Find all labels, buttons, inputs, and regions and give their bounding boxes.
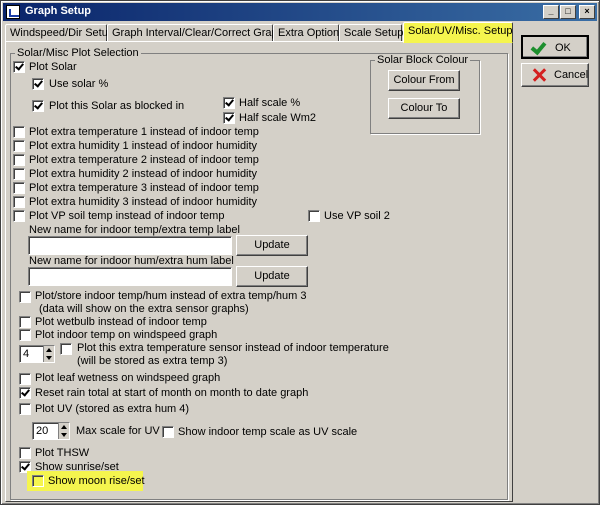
moon-rise-set-label: Show moon rise/set bbox=[48, 475, 145, 487]
solar-block-colour-title: Solar Block Colour bbox=[375, 54, 471, 66]
uv-spinner-arrows[interactable] bbox=[58, 423, 69, 439]
extra-temp-2-checkbox[interactable] bbox=[13, 154, 25, 166]
indoor-on-wind-checkbox[interactable] bbox=[19, 329, 31, 341]
tab-windspeed-dir-setup[interactable]: Windspeed/Dir Setup bbox=[5, 24, 114, 42]
extra-hum-2-label: Plot extra humidity 2 instead of indoor … bbox=[29, 168, 258, 180]
half-scale-pct-label: Half scale % bbox=[239, 97, 301, 109]
extra-hum-3-label: Plot extra humidity 3 instead of indoor … bbox=[29, 196, 258, 208]
max-uv-spinner[interactable]: 20 bbox=[32, 422, 70, 440]
extra-sensor-label: Plot this extra temperature sensor inste… bbox=[77, 342, 389, 354]
minimize-button[interactable]: _ bbox=[543, 5, 559, 19]
use-solar-pct-label: Use solar % bbox=[49, 78, 109, 90]
wetbulb-checkbox[interactable] bbox=[19, 316, 31, 328]
store-indoor-checkbox[interactable] bbox=[19, 291, 31, 303]
plot-solar-blocked-label: Plot this Solar as blocked in bbox=[49, 100, 185, 112]
vp-soil-temp-checkbox[interactable] bbox=[13, 210, 25, 222]
extra-temp-1-label: Plot extra temperature 1 instead of indo… bbox=[29, 126, 259, 138]
indoor-hum-name-input[interactable] bbox=[28, 267, 232, 286]
extra-temp-1-checkbox[interactable] bbox=[13, 126, 25, 138]
extra-sensor-checkbox[interactable] bbox=[60, 343, 72, 355]
extra-hum-1-checkbox[interactable] bbox=[13, 140, 25, 152]
title-bar[interactable]: Graph Setup _ □ × bbox=[3, 3, 597, 21]
cancel-button[interactable]: Cancel bbox=[521, 63, 589, 87]
use-solar-pct-checkbox[interactable] bbox=[32, 78, 44, 90]
extra-hum-3-checkbox[interactable] bbox=[13, 196, 25, 208]
window-title: Graph Setup bbox=[25, 5, 92, 17]
plot-thsw-label: Plot THSW bbox=[35, 447, 90, 459]
close-x-icon bbox=[532, 68, 546, 82]
ok-button-label: OK bbox=[555, 42, 571, 54]
tab-solar-uv-misc-setup[interactable]: Solar/UV/Misc. Setup bbox=[403, 22, 513, 43]
indoor-as-uv-checkbox[interactable] bbox=[162, 426, 174, 438]
extra-hum-1-label: Plot extra humidity 1 instead of indoor … bbox=[29, 140, 258, 152]
max-uv-value: 20 bbox=[36, 425, 49, 437]
solar-uv-misc-panel: Solar/Misc Plot Selection Solar Block Co… bbox=[5, 41, 513, 502]
tab-extra-options[interactable]: Extra Options bbox=[273, 24, 345, 42]
group-title: Solar/Misc Plot Selection bbox=[15, 47, 141, 59]
colour-to-button[interactable]: Colour To bbox=[388, 98, 460, 119]
spin-down-icon[interactable] bbox=[46, 356, 52, 360]
maximize-button[interactable]: □ bbox=[560, 5, 576, 19]
extra-hum-2-checkbox[interactable] bbox=[13, 168, 25, 180]
check-icon bbox=[530, 38, 547, 56]
extra-temp-3-label: Plot extra temperature 3 instead of indo… bbox=[29, 182, 259, 194]
extra-sensor-note: (will be stored as extra temp 3) bbox=[77, 355, 228, 367]
graph-setup-window: Graph Setup _ □ × Windspeed/Dir Setup Gr… bbox=[0, 0, 600, 505]
reset-rain-checkbox[interactable] bbox=[19, 387, 31, 399]
extra-temp-3-checkbox[interactable] bbox=[13, 182, 25, 194]
tab-scale-setup[interactable]: Scale Setup bbox=[339, 24, 403, 42]
store-indoor-note: (data will show on the extra sensor grap… bbox=[39, 303, 249, 315]
spinner-arrows[interactable] bbox=[43, 346, 54, 362]
half-scale-wm2-checkbox[interactable] bbox=[223, 112, 235, 124]
use-vp-soil-2-label: Use VP soil 2 bbox=[324, 210, 390, 222]
cancel-button-label: Cancel bbox=[554, 69, 589, 81]
wetbulb-label: Plot wetbulb instead of indoor temp bbox=[35, 316, 207, 328]
plot-solar-label: Plot Solar bbox=[29, 61, 77, 73]
indoor-hum-name-label: New name for indoor hum/extra hum label bbox=[29, 255, 234, 267]
tab-strip: Windspeed/Dir Setup Graph Interval/Clear… bbox=[5, 22, 515, 43]
store-indoor-label: Plot/store indoor temp/hum instead of ex… bbox=[35, 290, 307, 302]
indoor-temp-name-input[interactable] bbox=[28, 236, 232, 255]
tab-graph-interval[interactable]: Graph Interval/Clear/Correct Graph bbox=[107, 24, 284, 42]
leaf-wetness-checkbox[interactable] bbox=[19, 373, 31, 385]
uv-spin-down-icon[interactable] bbox=[61, 433, 67, 437]
use-vp-soil-2-checkbox[interactable] bbox=[308, 210, 320, 222]
half-scale-pct-checkbox[interactable] bbox=[223, 97, 235, 109]
update-temp-name-button[interactable]: Update bbox=[236, 235, 308, 256]
spin-up-icon[interactable] bbox=[46, 348, 52, 352]
indoor-as-uv-label: Show indoor temp scale as UV scale bbox=[178, 426, 358, 438]
plot-thsw-checkbox[interactable] bbox=[19, 447, 31, 459]
vp-soil-temp-label: Plot VP soil temp instead of indoor temp bbox=[29, 210, 225, 222]
graph-app-icon bbox=[6, 5, 20, 19]
moon-rise-set-checkbox[interactable] bbox=[32, 475, 44, 487]
max-uv-scale-label: Max scale for UV bbox=[76, 425, 160, 437]
reset-rain-label: Reset rain total at start of month on mo… bbox=[35, 387, 309, 399]
sensor-number-value: 4 bbox=[23, 348, 30, 360]
leaf-wetness-label: Plot leaf wetness on windspeed graph bbox=[35, 372, 221, 384]
indoor-on-wind-label: Plot indoor temp on windspeed graph bbox=[35, 329, 218, 341]
extra-temp-2-label: Plot extra temperature 2 instead of indo… bbox=[29, 154, 259, 166]
plot-solar-blocked-checkbox[interactable] bbox=[32, 100, 44, 112]
indoor-temp-name-label: New name for indoor temp/extra temp labe… bbox=[29, 224, 240, 236]
close-button[interactable]: × bbox=[579, 5, 595, 19]
colour-from-button[interactable]: Colour From bbox=[388, 70, 460, 91]
update-hum-name-button[interactable]: Update bbox=[236, 266, 308, 287]
plot-uv-checkbox[interactable] bbox=[19, 403, 31, 415]
ok-button[interactable]: OK bbox=[521, 35, 589, 59]
uv-spin-up-icon[interactable] bbox=[61, 425, 67, 429]
half-scale-wm2-label: Half scale Wm2 bbox=[239, 112, 317, 124]
plot-uv-label: Plot UV (stored as extra hum 4) bbox=[35, 403, 190, 415]
sensor-number-spinner[interactable]: 4 bbox=[19, 345, 55, 363]
plot-solar-checkbox[interactable] bbox=[13, 61, 25, 73]
